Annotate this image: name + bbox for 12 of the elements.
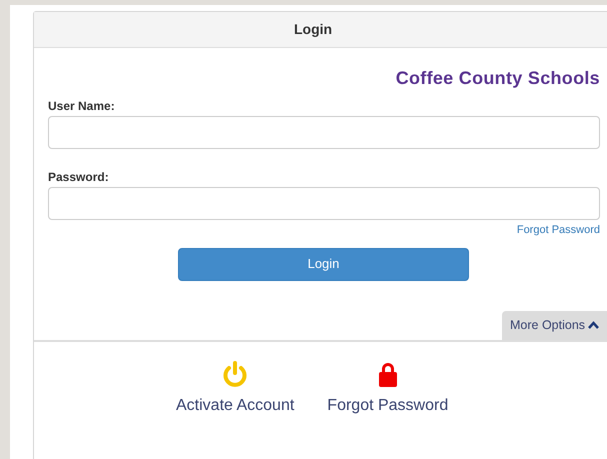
school-name: Coffee County Schools — [396, 67, 600, 90]
option-link[interactable]: Activate Account — [176, 394, 294, 418]
panel-title: Login — [294, 20, 332, 39]
forgot-password-link[interactable]: Forgot Password — [516, 222, 600, 238]
field-label: Password: — [48, 170, 109, 184]
caret-up-icon — [588, 321, 600, 329]
input-field[interactable] — [48, 116, 600, 149]
field-label: User Name: — [48, 99, 115, 113]
more-options-tab[interactable]: More Options — [502, 310, 607, 340]
option-link[interactable]: Forgot Password — [327, 394, 448, 418]
login-button[interactable]: Login — [178, 248, 469, 280]
input-field[interactable] — [48, 187, 600, 220]
